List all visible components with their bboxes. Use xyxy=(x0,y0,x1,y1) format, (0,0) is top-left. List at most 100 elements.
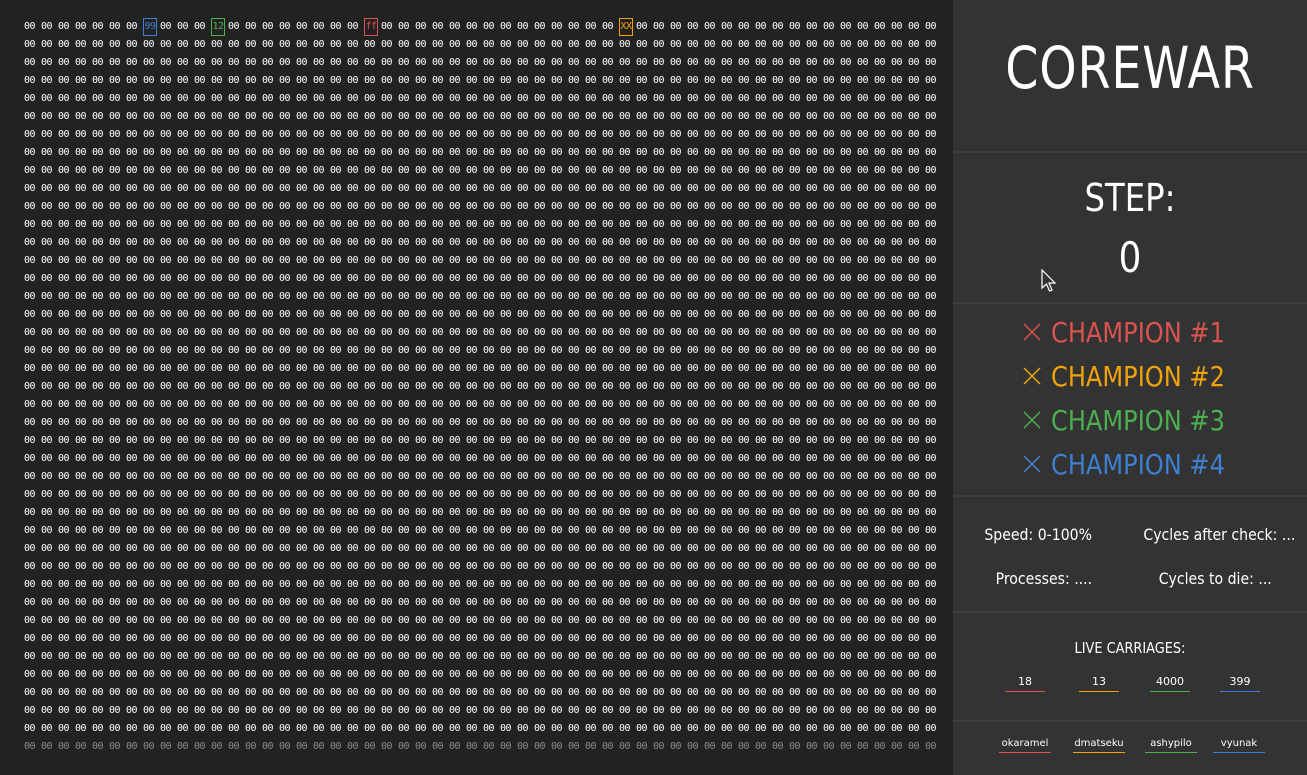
memory-cell: 00 xyxy=(840,75,852,86)
memory-cell: 00 xyxy=(211,39,223,50)
memory-cell: 00 xyxy=(109,39,121,50)
memory-cell: 00 xyxy=(41,291,53,302)
memory-cell: 00 xyxy=(398,57,410,68)
memory-cell: 00 xyxy=(755,57,767,68)
memory-cell: 00 xyxy=(211,453,223,464)
memory-cell: 00 xyxy=(398,669,410,680)
memory-cell: 00 xyxy=(670,399,682,410)
memory-cell: 00 xyxy=(279,93,291,104)
memory-cell: 00 xyxy=(738,669,750,680)
cycles-to-die-stat: Cycles to die: ... xyxy=(1158,569,1272,588)
memory-cell: 00 xyxy=(619,633,631,644)
memory-cell: 00 xyxy=(585,273,597,284)
memory-cell: 00 xyxy=(687,201,699,212)
memory-cell: 00 xyxy=(721,291,733,302)
memory-cell: 00 xyxy=(874,741,886,752)
memory-cell: 00 xyxy=(483,327,495,338)
champion-item-3[interactable]: CHAMPION #3 xyxy=(1021,400,1253,440)
memory-cell: 00 xyxy=(466,417,478,428)
memory-cell: 00 xyxy=(381,147,393,158)
memory-cell: 00 xyxy=(415,75,427,86)
memory-cell: 00 xyxy=(585,363,597,374)
memory-cell: 00 xyxy=(636,327,648,338)
champion-item-1[interactable]: CHAMPION #1 xyxy=(1021,312,1253,352)
memory-cell: 00 xyxy=(772,687,784,698)
memory-cell: 00 xyxy=(585,57,597,68)
memory-cell: 00 xyxy=(925,237,937,248)
memory-cell: 00 xyxy=(296,237,308,248)
memory-cell: 00 xyxy=(568,75,580,86)
memory-cell: 00 xyxy=(585,399,597,410)
memory-cell: 00 xyxy=(721,471,733,482)
memory-cell: 00 xyxy=(58,687,70,698)
memory-cell: 00 xyxy=(908,561,920,572)
memory-cell: 00 xyxy=(398,183,410,194)
memory-row: 00 00 00 00 00 00 00 00 00 00 00 00 00 00 00 00 00 00 00 00… xyxy=(24,324,942,342)
memory-cell: 00 xyxy=(738,255,750,266)
memory-cell: 00 xyxy=(772,39,784,50)
memory-cell: 00 xyxy=(636,633,648,644)
memory-cell: 00 xyxy=(823,561,835,572)
memory-cell: 00 xyxy=(483,597,495,608)
memory-cell: 00 xyxy=(789,669,801,680)
memory-cell: 00 xyxy=(296,183,308,194)
memory-cell: 00 xyxy=(874,399,886,410)
memory-cell: 00 xyxy=(704,489,716,500)
memory-cell: 00 xyxy=(653,39,665,50)
memory-cell: 00 xyxy=(194,75,206,86)
memory-cell: 00 xyxy=(823,381,835,392)
memory-cell: 00 xyxy=(534,129,546,140)
memory-cell: 00 xyxy=(585,723,597,734)
champion-item-2[interactable]: CHAMPION #2 xyxy=(1021,356,1253,396)
memory-cell: 00 xyxy=(925,201,937,212)
memory-cell: 00 xyxy=(58,129,70,140)
memory-cell: 00 xyxy=(160,615,172,626)
memory-cell: 00 xyxy=(755,237,767,248)
memory-cell: 00 xyxy=(126,147,138,158)
memory-cell: 00 xyxy=(857,579,869,590)
memory-cell: 00 xyxy=(449,309,461,320)
memory-cell: 00 xyxy=(568,111,580,122)
memory-cell: 00 xyxy=(143,705,155,716)
memory-cell: 00 xyxy=(874,723,886,734)
memory-cell: 00 xyxy=(245,417,257,428)
memory-cell: 00 xyxy=(687,723,699,734)
memory-cell: 00 xyxy=(432,615,444,626)
memory-cell: 00 xyxy=(806,255,818,266)
memory-cell: 00 xyxy=(109,543,121,554)
memory-cell: 00 xyxy=(143,543,155,554)
memory-cell: 00 xyxy=(755,615,767,626)
memory-cell: 00 xyxy=(483,345,495,356)
memory-cell: 00 xyxy=(109,363,121,374)
memory-cell: 00 xyxy=(415,561,427,572)
memory-cell: 00 xyxy=(347,201,359,212)
memory-cell: 00 xyxy=(262,201,274,212)
memory-cell: 00 xyxy=(721,687,733,698)
memory-row: 00 00 00 00 00 00 00 00 00 00 00 00 00 00 00 00 00 00 00 00… xyxy=(24,342,942,360)
memory-row: 00 00 00 00 00 00 00 00 00 00 00 00 00 00 00 00 00 00 00 00… xyxy=(24,666,942,684)
memory-cell: 00 xyxy=(585,579,597,590)
memory-cell: 00 xyxy=(721,147,733,158)
memory-cell: 00 xyxy=(398,129,410,140)
champion-item-4[interactable]: CHAMPION #4 xyxy=(1021,444,1253,484)
memory-cell: 00 xyxy=(177,21,189,32)
memory-cell: 00 xyxy=(517,561,529,572)
memory-cell: 00 xyxy=(551,39,563,50)
memory-cell: 00 xyxy=(449,705,461,716)
memory-cell: 00 xyxy=(228,219,240,230)
memory-cell: 00 xyxy=(58,525,70,536)
memory-cell: 00 xyxy=(381,489,393,500)
memory-cell: 00 xyxy=(381,741,393,752)
memory-cell: 00 xyxy=(789,183,801,194)
memory-cell: 00 xyxy=(279,687,291,698)
memory-cell: 00 xyxy=(568,363,580,374)
memory-cell: 00 xyxy=(330,579,342,590)
memory-cell: 00 xyxy=(92,291,104,302)
memory-cell: 00 xyxy=(415,147,427,158)
memory-cell: 00 xyxy=(585,147,597,158)
memory-row: 00 00 00 00 00 00 00 00 00 00 00 00 00 00 00 00 00 00 00 00… xyxy=(24,378,942,396)
memory-cell: 00 xyxy=(704,219,716,230)
memory-cell: 00 xyxy=(415,597,427,608)
memory-cell: 00 xyxy=(347,165,359,176)
memory-cell: 00 xyxy=(823,201,835,212)
